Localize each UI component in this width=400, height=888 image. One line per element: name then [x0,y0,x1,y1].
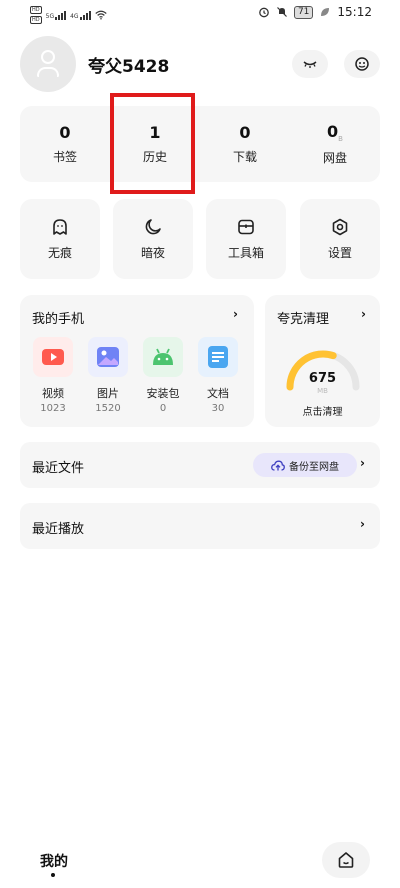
hd-badge: HD [30,16,42,24]
file-category-image[interactable]: 图片 1520 [87,337,129,414]
cleaner-size-unit: MB [317,387,328,395]
profile-header[interactable]: 夸父5428 [20,36,169,92]
cleaner-title: 夸克清理 [277,312,330,327]
tool-label: 暗夜 [140,245,165,260]
file-category-document[interactable]: 文档 30 [197,337,239,414]
active-tab-indicator [51,873,55,877]
chevron-right-icon: › [360,456,365,470]
cleaner-action[interactable]: 点击清理 [265,403,380,418]
stat-cloud-drive[interactable]: 0B 网盘 [290,106,380,182]
stat-unit: B [338,135,343,144]
signal-4g-icon: 4G [70,10,91,20]
status-bar-left: HD HD 5G 4G [30,6,107,24]
assistant-button[interactable] [344,50,380,78]
file-category-count: 1520 [95,403,121,414]
home-icon [338,852,354,868]
cleaner-card[interactable]: 夸克清理 › 675 MB 点击清理 [265,295,380,427]
file-category-video[interactable]: 视频 1023 [32,337,74,414]
status-time: 15:12 [337,5,372,19]
chevron-right-icon: › [233,307,238,321]
ghost-icon [53,218,67,235]
video-icon [33,337,73,377]
battery-indicator: 71 [293,5,314,19]
image-icon [88,337,128,377]
cleaner-size-value: 675 [308,371,337,386]
cloud-upload-icon [271,460,285,471]
backup-to-cloud-button[interactable]: 备份至网盘 [253,453,357,477]
file-category-name: 视频 [42,387,64,400]
closed-eye-icon [303,61,317,68]
stat-downloads[interactable]: 0 下载 [200,106,290,182]
alarm-icon [259,7,269,18]
wifi-icon [94,10,107,20]
tool-toolbox[interactable]: 工具箱 [206,199,286,279]
file-category-count: 1023 [40,403,66,414]
chevron-right-icon: › [361,307,366,321]
tool-settings[interactable]: 设置 [300,199,380,279]
file-category-name: 图片 [97,387,119,400]
tab-mine[interactable]: 我的 [40,851,68,871]
android-icon [143,337,183,377]
bot-face-icon [355,57,369,71]
stat-value: 0 [59,123,71,142]
stat-label: 书签 [52,150,77,164]
stats-card: 0 书签 1 历史 0 下载 0B 网盘 [20,106,380,182]
file-category-name: 安装包 [146,387,180,400]
highlight-box [110,93,195,194]
chevron-right-icon: › [360,517,365,531]
toolbox-icon [238,219,254,234]
tool-label: 工具箱 [227,245,264,260]
file-category-count: 0 [159,403,167,414]
my-phone-card[interactable]: 我的手机 › 视频 1023 图片 1520 安装包 0 文档 30 [20,295,254,427]
username[interactable]: 夸父5428 [88,52,169,77]
mute-icon [277,7,287,17]
avatar[interactable] [20,36,76,92]
leaf-icon [321,8,330,16]
recent-play-label: 最近播放 [32,522,85,537]
my-phone-title: 我的手机 [32,312,85,327]
moon-icon [145,218,161,234]
tool-label: 设置 [327,245,352,260]
file-category-name: 文档 [207,387,229,400]
hd-badge: HD [30,6,42,14]
backup-label: 备份至网盘 [289,461,339,473]
document-icon [198,337,238,377]
stat-label: 下载 [232,150,257,164]
tool-incognito[interactable]: 无痕 [20,199,100,279]
status-bar-right: 71 15:12 [258,5,372,19]
file-category-apk[interactable]: 安装包 0 [142,337,184,414]
eye-toggle-button[interactable] [292,50,328,78]
tool-label: 无痕 [47,245,72,260]
recent-files-row[interactable]: 最近文件 备份至网盘 › [20,442,380,488]
recent-files-label: 最近文件 [32,461,85,476]
home-button[interactable] [322,842,370,878]
file-category-count: 30 [211,403,225,414]
recent-play-row[interactable]: 最近播放 › [20,503,380,549]
tool-night-mode[interactable]: 暗夜 [113,199,193,279]
stat-value: 0B [327,121,343,144]
gear-icon [332,218,348,235]
stat-bookmarks[interactable]: 0 书签 [20,106,110,182]
status-bar: HD HD 5G 4G 71 15:12 [0,0,400,28]
signal-5g-icon: 5G [46,10,67,20]
stat-label: 网盘 [322,151,347,166]
stat-value: 0 [239,123,251,142]
